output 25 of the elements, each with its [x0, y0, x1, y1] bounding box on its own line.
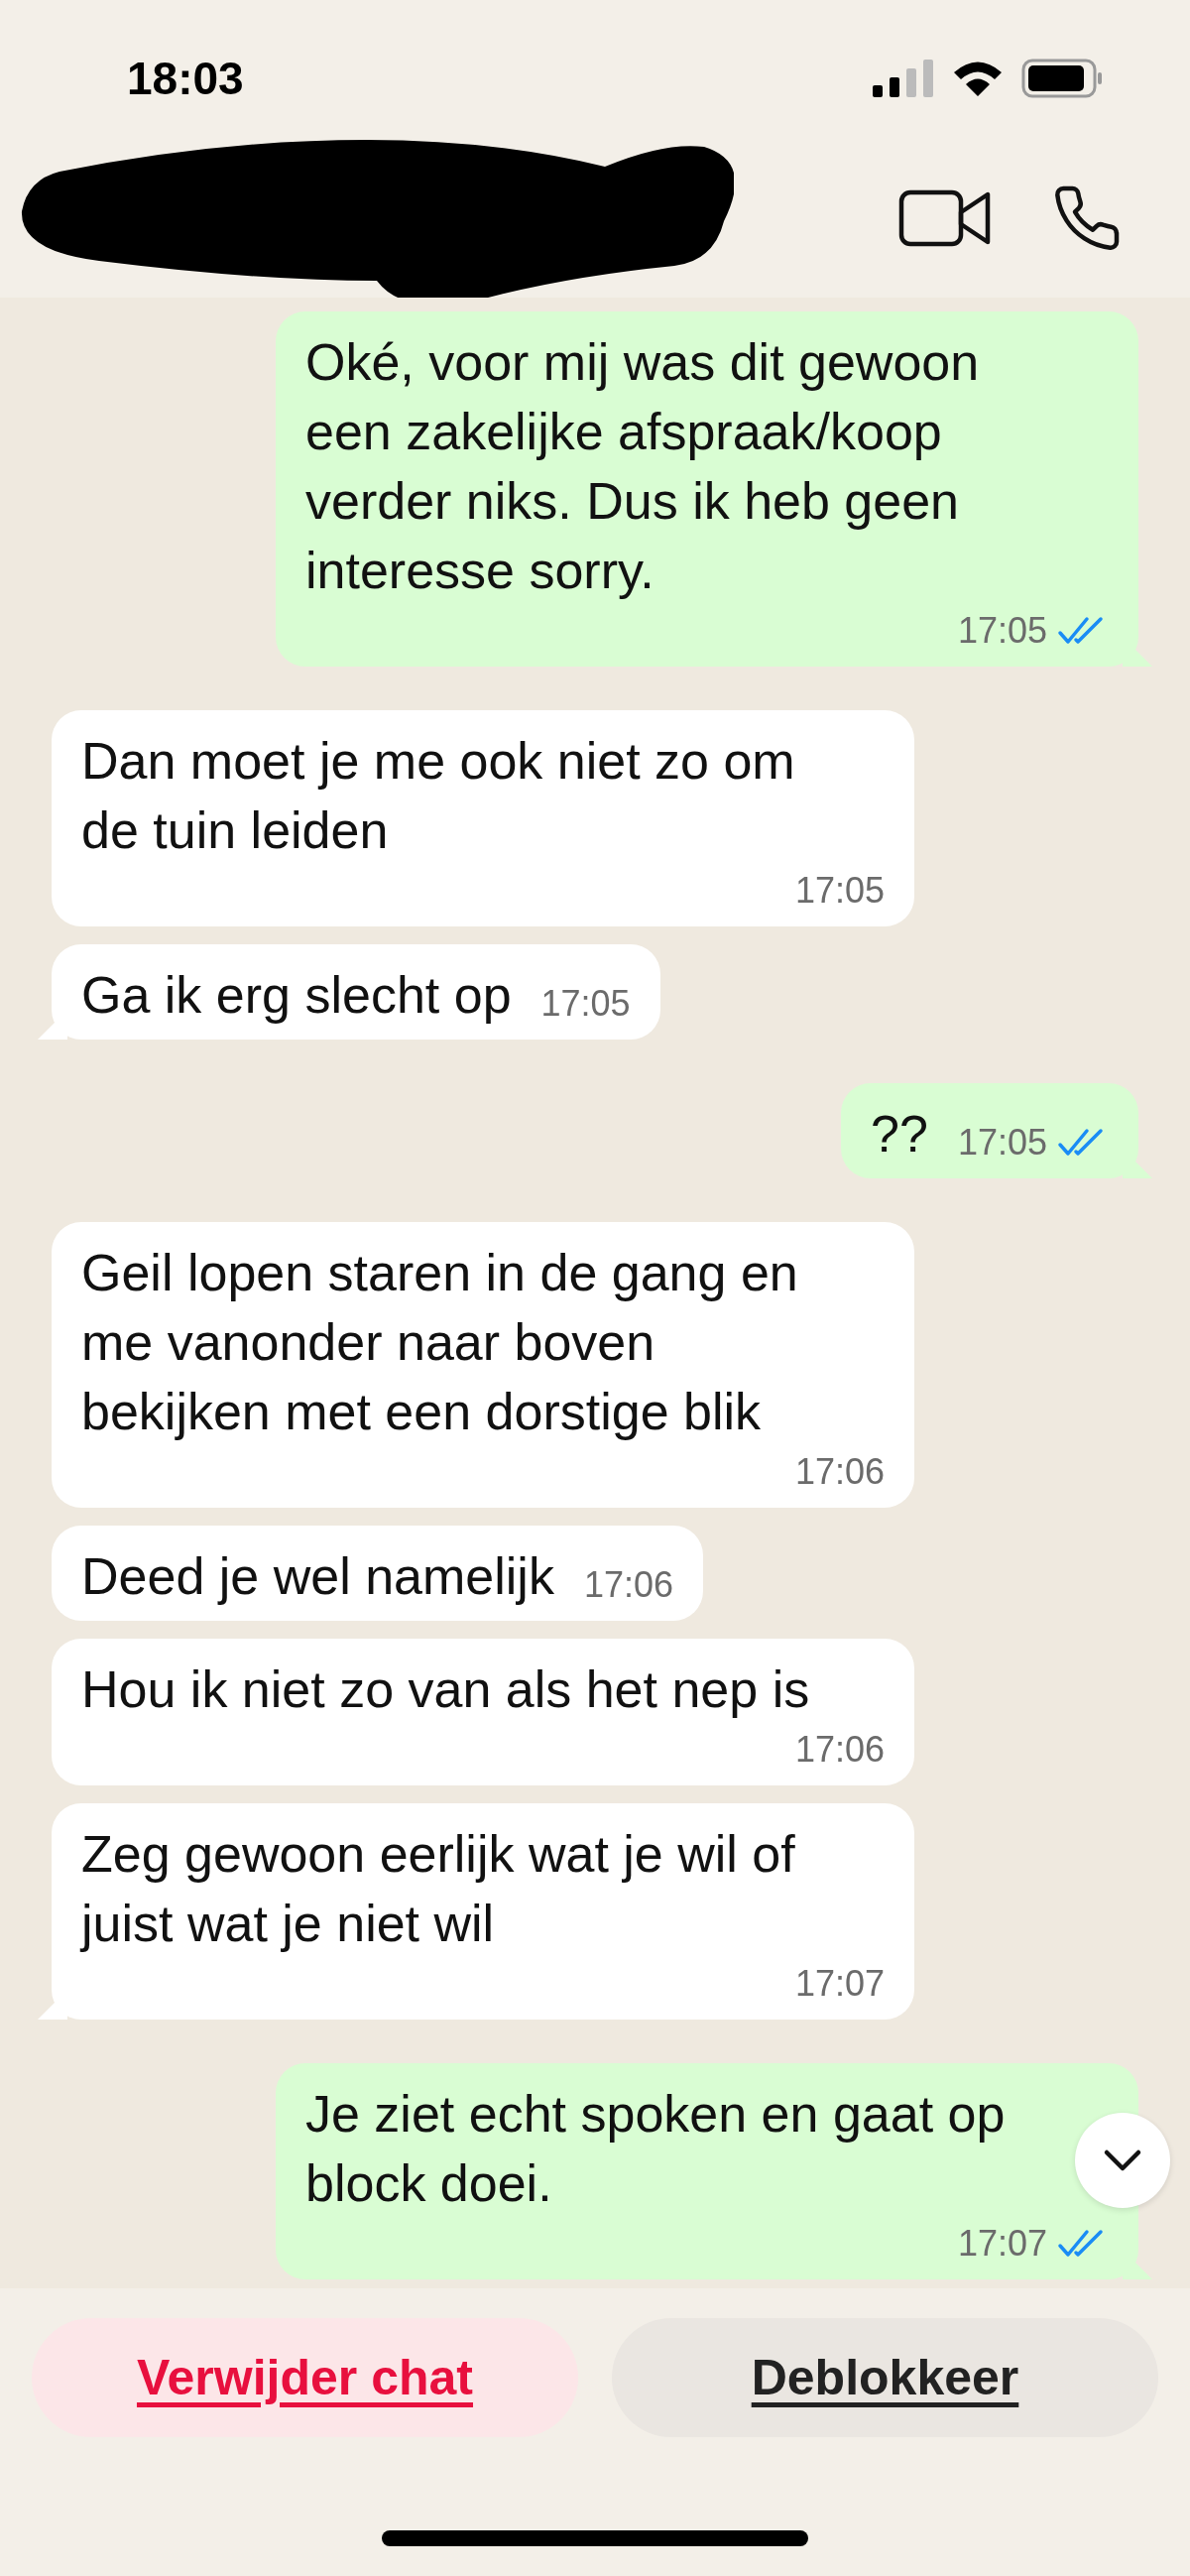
chevron-down-icon	[1103, 2148, 1142, 2172]
message-time: 17:06	[583, 1563, 673, 1607]
status-time: 18:03	[127, 52, 244, 105]
message-time: 17:05	[957, 609, 1047, 653]
delete-chat-button[interactable]: Verwijder chat	[32, 2318, 578, 2437]
message-text: Ga ik erg slecht op	[81, 965, 512, 1026]
wifi-icon	[952, 60, 1004, 97]
message-time: 17:07	[957, 2222, 1047, 2266]
message-text: Je ziet echt spoken en gaat op block doei.	[305, 2084, 1007, 2214]
message-time: 17:05	[794, 869, 885, 913]
message-text: Zeg gewoon eerlijk wat je wil of juist wat je niet wil	[81, 1824, 796, 1954]
message-text: Hou ik niet zo van als het nep is	[81, 1659, 810, 1720]
signal-icon	[873, 60, 934, 97]
message-text: ??	[871, 1104, 928, 1165]
message-time: 17:05	[540, 982, 631, 1026]
message-text: Geil lopen staren in de gang en me vanonder naar boven bekijken met een dorstige blik	[81, 1243, 799, 1442]
message-text: Deed je wel namelijk	[81, 1546, 554, 1607]
unblock-button[interactable]: Deblokkeer	[612, 2318, 1158, 2437]
message-text: Dan moet je me ook niet zo om de tuin leiden	[81, 731, 796, 861]
message-time: 17:07	[794, 1962, 885, 2006]
message-time: 17:06	[794, 1450, 885, 1494]
message-time: 17:06	[794, 1728, 885, 1772]
message-text: Oké, voor mij was dit gewoon een zakelijke afspraak/koop verder niks. Dus ik heb geen interesse sorry.	[305, 332, 981, 601]
message-time: 17:05	[957, 1121, 1047, 1165]
battery-icon	[1021, 59, 1103, 98]
